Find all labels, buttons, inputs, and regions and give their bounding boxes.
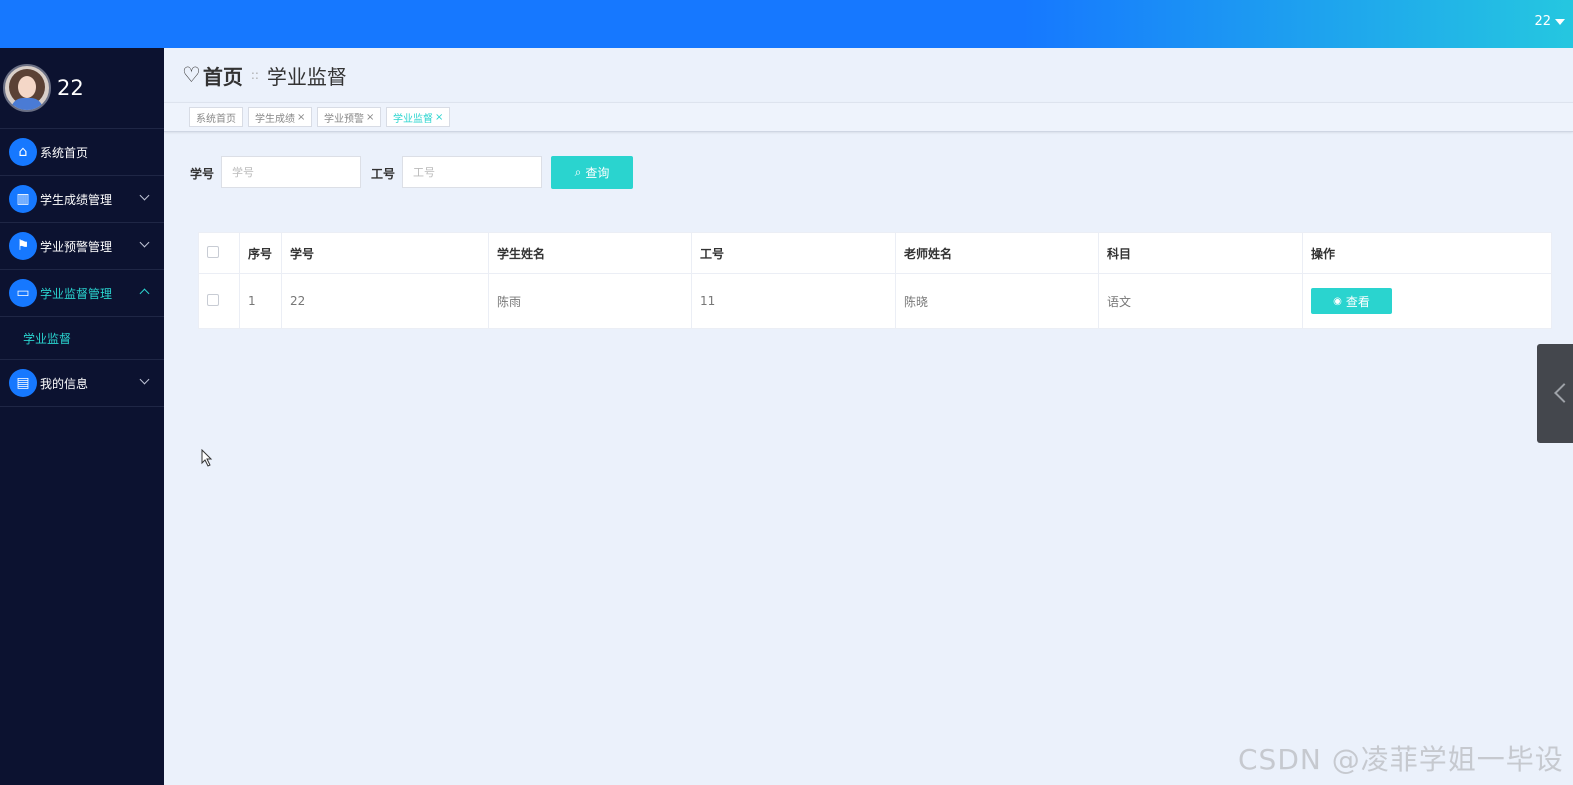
view-button-label: 查看 <box>1345 294 1370 309</box>
column-header: 学号 <box>281 232 489 274</box>
panel-toggle-handle[interactable] <box>1537 344 1573 443</box>
chevron-left-icon <box>1554 383 1573 403</box>
cell-action: ◉ 查看 <box>1302 273 1552 329</box>
caret-down-icon <box>1555 18 1565 25</box>
user-dropdown[interactable]: 22 <box>1534 14 1565 29</box>
data-table: 序号 学号 学生姓名 工号 老师姓名 科目 操作 1 22 陈雨 11 陈晓 语… <box>198 232 1552 329</box>
sidebar-item-my-info[interactable]: ▤ 我的信息 <box>0 360 164 407</box>
sidebar-item-warning[interactable]: ⚑ 学业预警管理 <box>0 223 164 270</box>
view-button[interactable]: ◉ 查看 <box>1311 288 1392 314</box>
table-row: 1 22 陈雨 11 陈晓 语文 ◉ 查看 <box>198 273 1552 329</box>
close-icon[interactable]: × <box>297 112 305 123</box>
tab-label: 系统首页 <box>196 113 236 125</box>
select-all-cell <box>198 232 240 274</box>
row-select-cell <box>198 273 240 329</box>
cell-student-name: 陈雨 <box>488 273 692 329</box>
tab-bar: 系统首页 学生成绩 × 学业预警 × 学业监督 × <box>164 102 1573 132</box>
chevron-up-icon <box>139 288 150 299</box>
sidebar-item-label: 系统首页 <box>40 145 89 160</box>
sidebar-item-supervision[interactable]: ▭ 学业监督管理 <box>0 270 164 317</box>
chevron-down-icon <box>139 237 150 248</box>
student-id-label: 学号 <box>190 167 215 181</box>
table-header-row: 序号 学号 学生姓名 工号 老师姓名 科目 操作 <box>198 232 1552 274</box>
username-label: 22 <box>1534 14 1551 29</box>
watermark: CSDN @凌菲学姐一毕设 <box>1238 743 1564 776</box>
submenu-label: 学业监督 <box>23 331 72 346</box>
tab-home[interactable]: 系统首页 <box>189 107 243 127</box>
breadcrumb-separator: :: <box>250 68 259 82</box>
sidebar: 22 ⌂ 系统首页 ▥ 学生成绩管理 ⚑ 学业预警管理 ▭ 学业监督管理 学业监… <box>0 48 164 785</box>
close-icon[interactable]: × <box>366 112 374 123</box>
teacher-id-input[interactable] <box>402 156 542 188</box>
tab-grades[interactable]: 学生成绩 × <box>248 107 313 127</box>
student-id-input[interactable] <box>221 156 361 188</box>
home-icon: ⌂ <box>9 138 37 166</box>
search-button[interactable]: ⌕ 查询 <box>551 156 633 189</box>
tab-label: 学生成绩 <box>255 113 295 125</box>
eye-icon: ◉ <box>1333 295 1342 307</box>
sidebar-item-label: 学业监督管理 <box>40 286 113 301</box>
sidebar-subitem-supervision[interactable]: 学业监督 <box>0 317 164 360</box>
heart-icon: ♡ <box>182 63 201 87</box>
top-navbar: 22 <box>0 0 1573 48</box>
column-header: 操作 <box>1302 232 1552 274</box>
cell-teacher-name: 陈晓 <box>895 273 1099 329</box>
sidebar-item-grades[interactable]: ▥ 学生成绩管理 <box>0 176 164 223</box>
column-header: 学生姓名 <box>488 232 692 274</box>
column-header: 工号 <box>691 232 896 274</box>
search-icon: ⌕ <box>574 165 582 179</box>
books-icon: ▥ <box>9 185 37 213</box>
user-profile: 22 <box>0 48 164 129</box>
teacher-id-label: 工号 <box>371 167 396 181</box>
cell-index: 1 <box>239 273 282 329</box>
breadcrumb-home[interactable]: 首页 <box>203 61 243 90</box>
select-all-checkbox[interactable] <box>207 245 219 258</box>
sidebar-item-label: 我的信息 <box>40 376 89 391</box>
profile-name: 22 <box>57 76 84 100</box>
column-header: 科目 <box>1098 232 1303 274</box>
tab-label: 学业监督 <box>393 113 433 125</box>
sidebar-item-home[interactable]: ⌂ 系统首页 <box>0 129 164 176</box>
tab-warning[interactable]: 学业预警 × <box>317 107 382 127</box>
page-title: 学业监督 <box>266 64 347 89</box>
close-icon[interactable]: × <box>435 112 443 123</box>
column-header: 序号 <box>239 232 282 274</box>
chevron-down-icon <box>139 190 150 201</box>
row-checkbox[interactable] <box>207 293 219 306</box>
flag-icon: ⚑ <box>9 232 37 260</box>
cell-student-id: 22 <box>281 273 489 329</box>
breadcrumb: ♡ 首页 :: 学业监督 <box>164 48 1573 102</box>
sidebar-item-label: 学业预警管理 <box>40 239 113 254</box>
tab-label: 学业预警 <box>324 113 364 125</box>
tab-supervision[interactable]: 学业监督 × <box>386 107 451 127</box>
mouse-cursor-icon <box>201 449 213 467</box>
cell-subject: 语文 <box>1098 273 1303 329</box>
chevron-down-icon <box>139 374 150 385</box>
cell-teacher-id: 11 <box>691 273 896 329</box>
column-header: 老师姓名 <box>895 232 1099 274</box>
avatar <box>3 64 51 112</box>
sidebar-item-label: 学生成绩管理 <box>40 192 113 207</box>
monitor-icon: ▭ <box>9 279 37 307</box>
search-button-label: 查询 <box>585 166 610 180</box>
card-icon: ▤ <box>9 369 37 397</box>
